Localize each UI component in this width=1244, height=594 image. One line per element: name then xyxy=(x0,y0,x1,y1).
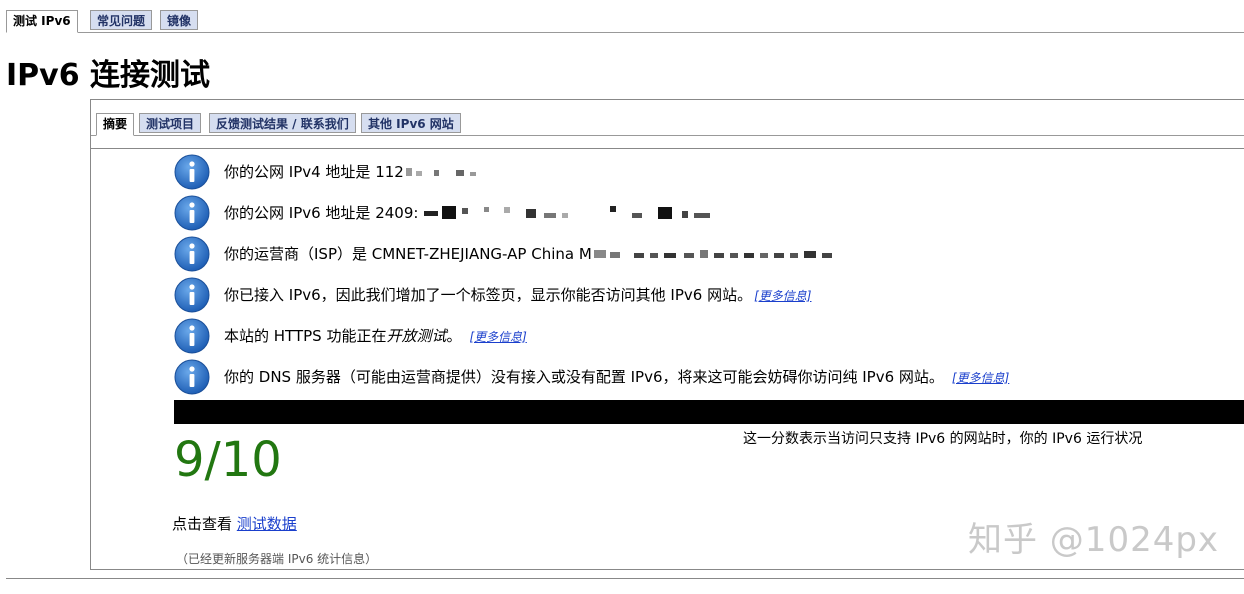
https-text-before: 本站的 HTTPS 功能正在 xyxy=(224,327,387,345)
stats-updated-note: （已经更新服务器端 IPv6 统计信息） xyxy=(176,552,378,566)
tab-faq[interactable]: 常见问题 xyxy=(90,10,153,30)
tab-feedback[interactable]: 反馈测试结果 / 联系我们 xyxy=(209,113,356,133)
ipv6-address-text: 你的公网 IPv6 地址是 2409: xyxy=(224,204,419,222)
info-row-isp: 你的运营商（ISP）是 CMNET-ZHEJIANG-AP China M xyxy=(174,235,874,273)
summary-panel: 摘要 测试项目 反馈测试结果 / 联系我们 其他 IPv6 网站 你的公网 IP… xyxy=(90,99,1244,570)
watermark: 知乎 @1024px xyxy=(968,520,1220,560)
info-row-tab-added: 你已接入 IPv6，因此我们增加了一个标签页，显示你能否访问其他 IPv6 网站… xyxy=(174,276,811,314)
more-info-link[interactable]: [更多信息] xyxy=(952,369,1009,386)
redacted-mark xyxy=(424,206,711,219)
redacted-mark xyxy=(593,250,832,258)
redacted-mark xyxy=(405,168,476,176)
more-info-link[interactable]: [更多信息] xyxy=(469,328,526,345)
more-info-link[interactable]: [更多信息] xyxy=(754,287,811,304)
ipv4-address-text: 你的公网 IPv4 地址是 112 xyxy=(224,163,404,181)
info-row-ipv4: 你的公网 IPv4 地址是 112 xyxy=(174,153,486,191)
tab-added-text: 你已接入 IPv6，因此我们增加了一个标签页，显示你能否访问其他 IPv6 网站… xyxy=(224,286,753,304)
tab-other-ipv6-sites[interactable]: 其他 IPv6 网站 xyxy=(361,113,461,133)
https-text-after: 。 xyxy=(446,327,462,345)
info-icon xyxy=(174,318,210,354)
bottom-divider xyxy=(6,578,1244,579)
info-icon xyxy=(174,154,210,190)
https-text-emphasis: 开放测试 xyxy=(386,327,447,345)
info-icon xyxy=(174,277,210,313)
info-row-https: 本站的 HTTPS 功能正在开放测试。 [更多信息] xyxy=(174,317,527,355)
isp-text: 你的运营商（ISP）是 CMNET-ZHEJIANG-AP China M xyxy=(224,245,592,263)
sub-tab-bar: 摘要 测试项目 反馈测试结果 / 联系我们 其他 IPv6 网站 xyxy=(91,111,1244,136)
dns-text: 你的 DNS 服务器（可能由运营商提供）没有接入或没有配置 IPv6，将来这可能… xyxy=(224,368,944,386)
top-tab-bar: 测试 IPv6 常见问题 镜像 xyxy=(6,8,1244,33)
info-icon xyxy=(174,236,210,272)
tab-test-items[interactable]: 测试项目 xyxy=(139,113,202,133)
divider xyxy=(91,148,1244,149)
score-description: 这一分数表示当访问只支持 IPv6 的网站时，你的 IPv6 运行状况 xyxy=(743,431,1143,447)
score-bar xyxy=(174,400,1244,424)
info-icon xyxy=(174,359,210,395)
info-row-dns: 你的 DNS 服务器（可能由运营商提供）没有接入或没有配置 IPv6，将来这可能… xyxy=(174,358,1009,396)
see-data-prefix: 点击查看 xyxy=(172,515,233,533)
info-row-ipv6: 你的公网 IPv6 地址是 2409: xyxy=(174,194,720,232)
tab-mirrors[interactable]: 镜像 xyxy=(160,10,199,30)
see-test-data: 点击查看 测试数据 xyxy=(172,514,297,534)
info-icon xyxy=(174,195,210,231)
score-value: 9/10 xyxy=(174,432,282,488)
tab-test-ipv6[interactable]: 测试 IPv6 xyxy=(6,10,78,33)
page-title: IPv6 连接测试 xyxy=(6,58,211,93)
test-data-link[interactable]: 测试数据 xyxy=(237,515,297,533)
https-text: 本站的 HTTPS 功能正在开放测试。 xyxy=(224,326,461,346)
tab-summary[interactable]: 摘要 xyxy=(96,113,135,136)
